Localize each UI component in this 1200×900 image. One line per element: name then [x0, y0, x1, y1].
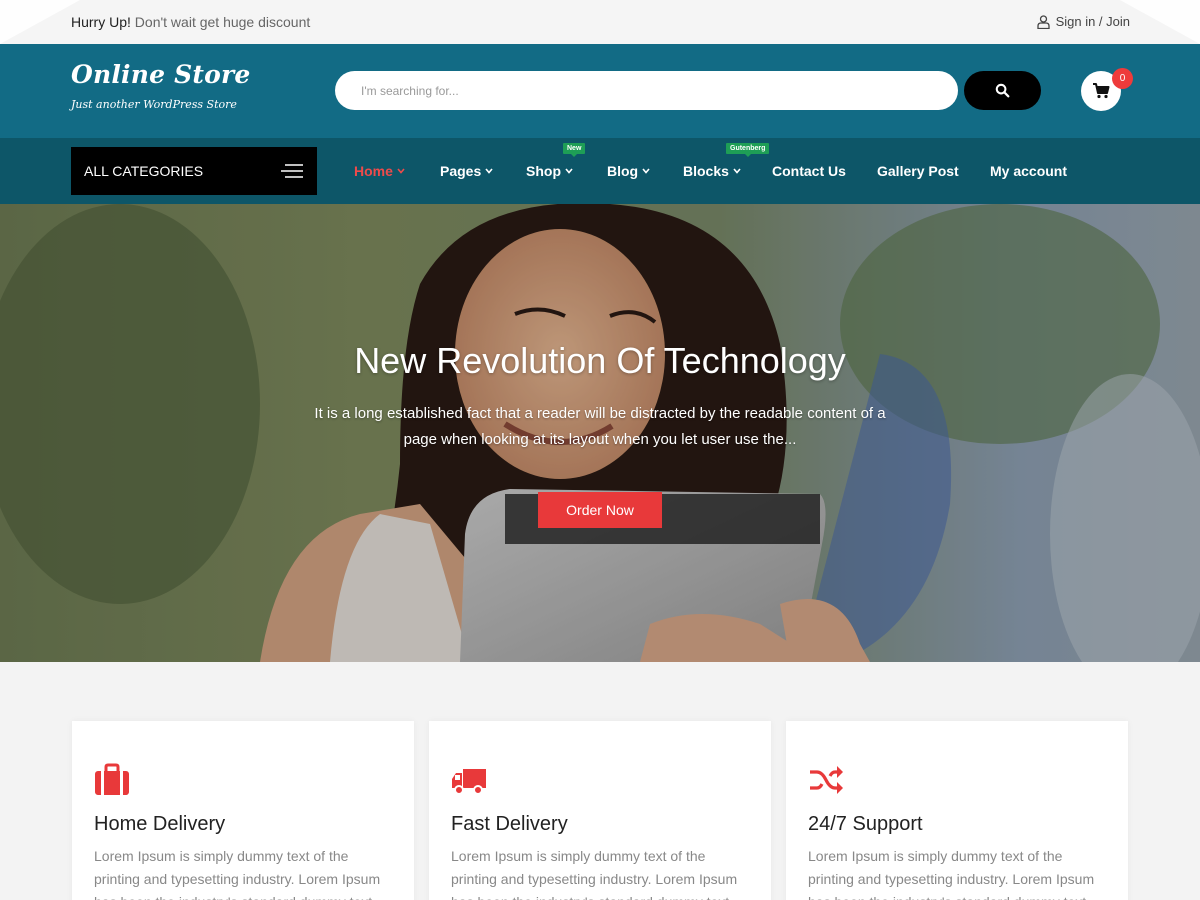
nav-badge-new: New: [563, 143, 586, 157]
feature-title: 24/7 Support: [808, 813, 923, 835]
chevron-down-icon: [642, 168, 650, 174]
search-input[interactable]: [335, 71, 958, 110]
site-logo-title[interactable]: Online Store: [71, 60, 251, 89]
nav-item-pages[interactable]: Pages: [440, 163, 493, 179]
briefcase-icon: [95, 763, 129, 795]
nav-item-my-account-label: My account: [990, 163, 1068, 179]
sign-in-label: Sign in / Join: [1055, 14, 1130, 29]
main-navigation: ALL CATEGORIES Home Pages New Shop Blog …: [0, 138, 1200, 204]
feature-card-home-delivery: Home Delivery Lorem Ipsum is simply dumm…: [72, 721, 414, 900]
nav-item-blog-label: Blog: [607, 163, 639, 179]
nav-badge-gutenberg: Gutenberg: [726, 143, 770, 157]
nav-item-home-label: Home: [354, 163, 393, 179]
feature-card-support: 24/7 Support Lorem Ipsum is simply dummy…: [786, 721, 1128, 900]
chevron-down-icon: [485, 168, 493, 174]
nav-item-blocks-label: Blocks: [683, 163, 729, 179]
top-bar-decoration-left: [0, 0, 80, 44]
truck-icon: [452, 769, 486, 795]
hero-banner: New Revolution Of Technology It is a lon…: [0, 204, 1200, 662]
search-icon: [995, 83, 1010, 98]
user-icon: [1036, 14, 1050, 29]
site-header: Online Store Just another WordPress Stor…: [0, 44, 1200, 138]
nav-item-contact-us[interactable]: Contact Us: [772, 163, 846, 179]
shuffle-icon: [810, 766, 843, 794]
feature-text: Lorem Ipsum is simply dummy text of the …: [94, 848, 381, 900]
feature-text: Lorem Ipsum is simply dummy text of the …: [451, 848, 738, 900]
nav-item-blocks[interactable]: Blocks: [683, 163, 741, 179]
nav-item-shop-label: Shop: [526, 163, 561, 179]
chevron-down-icon: [397, 168, 405, 174]
chevron-down-icon: [733, 168, 741, 174]
nav-item-home[interactable]: Home: [354, 163, 405, 179]
hero-title: New Revolution Of Technology: [354, 340, 846, 381]
feature-text: Lorem Ipsum is simply dummy text of the …: [808, 848, 1095, 900]
promo-rest: Don't wait get huge discount: [134, 14, 311, 30]
nav-item-my-account[interactable]: My account: [990, 163, 1067, 179]
nav-item-gallery-post-label: Gallery Post: [877, 163, 959, 179]
top-bar-decoration-right: [1120, 0, 1200, 44]
nav-item-shop[interactable]: Shop: [526, 163, 573, 179]
order-now-button[interactable]: Order Now: [538, 492, 662, 528]
feature-card-fast-delivery: Fast Delivery Lorem Ipsum is simply dumm…: [429, 721, 771, 900]
all-categories-label: ALL CATEGORIES: [84, 163, 204, 179]
features-section: Home Delivery Lorem Ipsum is simply dumm…: [0, 662, 1200, 900]
search-button[interactable]: [964, 71, 1041, 110]
sign-in-link[interactable]: Sign in / Join: [1036, 14, 1130, 29]
hero-description: It is a long established fact that a rea…: [314, 405, 886, 448]
cart-icon: [1093, 83, 1110, 99]
feature-title: Fast Delivery: [451, 813, 568, 835]
promo-text: Hurry Up! Don't wait get huge discount: [71, 14, 310, 30]
chevron-down-icon: [565, 168, 573, 174]
nav-item-blog[interactable]: Blog: [607, 163, 650, 179]
hamburger-icon: [281, 164, 303, 178]
feature-title: Home Delivery: [94, 813, 226, 835]
site-tagline: Just another WordPress Store: [71, 98, 237, 111]
nav-item-pages-label: Pages: [440, 163, 482, 179]
cart-count-badge: 0: [1112, 68, 1133, 89]
nav-item-gallery-post[interactable]: Gallery Post: [877, 163, 959, 179]
nav-item-contact-us-label: Contact Us: [772, 163, 846, 179]
top-bar: Hurry Up! Don't wait get huge discount S…: [0, 0, 1200, 44]
promo-strong: Hurry Up!: [71, 14, 131, 30]
all-categories-button[interactable]: ALL CATEGORIES: [71, 147, 317, 195]
